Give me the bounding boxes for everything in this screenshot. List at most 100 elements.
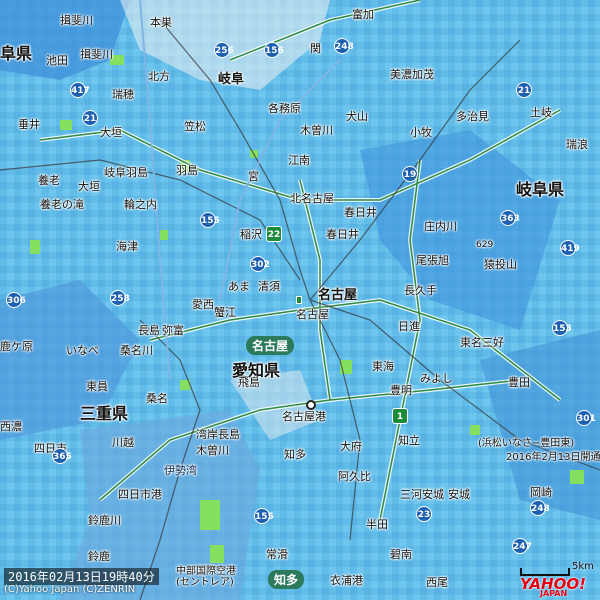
place-label: 大府 <box>340 440 362 453</box>
place-label: 蟹江 <box>214 306 236 319</box>
place-label: 鈴鹿川 <box>88 514 121 527</box>
place-label: 池田 <box>46 54 68 67</box>
place-label: 愛西 <box>192 298 214 311</box>
place-label: 富加 <box>352 8 374 21</box>
route-shield: 23 <box>416 506 432 522</box>
route-shield: 247 <box>512 538 532 554</box>
route-shield: 21 <box>516 82 532 98</box>
route-shield: 22 <box>266 226 282 242</box>
route-shield: 248 <box>334 38 354 54</box>
rain-radar-map[interactable]: 阜県 岐阜県 愛知県 三重県 名古屋 知多 岐阜 名古屋 揖斐川 本巣 関 富加… <box>0 0 600 600</box>
place-label: 瑞穂 <box>112 88 134 101</box>
place-label: 東員 <box>86 380 108 393</box>
route-shield: 156 <box>264 42 284 58</box>
place-label: 知多 <box>284 448 306 461</box>
route-shield: 302 <box>250 256 270 272</box>
place-label: 阿久比 <box>338 470 371 483</box>
port-marker <box>306 400 316 410</box>
place-label: 大垣 <box>78 180 100 193</box>
route-shield: 306 <box>6 292 26 308</box>
place-label: 三河安城 <box>400 488 444 501</box>
place-label: 清須 <box>258 280 280 293</box>
route-shield: 256 <box>214 42 234 58</box>
place-label: 東名三好 <box>460 336 504 349</box>
scale-label: 5km <box>572 561 594 572</box>
sea-label: 伊勢湾 <box>164 464 197 477</box>
route-shield: 21 <box>82 110 98 126</box>
place-label: 碧南 <box>390 548 412 561</box>
route-shield: 19 <box>402 166 418 182</box>
station-marker <box>296 296 302 304</box>
place-label: 知立 <box>398 434 420 447</box>
place-label: 常滑 <box>266 548 288 561</box>
place-label: 揖斐川 <box>60 14 93 27</box>
city-label-gifu: 岐阜 <box>218 72 245 87</box>
place-label: 北名古屋 <box>290 192 334 205</box>
place-label: 長久手 <box>404 284 437 297</box>
route-shield: 153 <box>552 320 572 336</box>
city-label-nagoya: 名古屋 <box>318 288 358 303</box>
route-shield: 301 <box>576 410 596 426</box>
prefecture-label-mie: 三重県 <box>80 404 129 423</box>
airport-label: 中部国際空港 (セントレア) <box>176 566 236 588</box>
place-label: 岐阜羽島 <box>104 166 148 179</box>
place-label: 半田 <box>366 518 388 531</box>
city-badge-nagoya: 名古屋 <box>246 336 295 355</box>
route-shield: 1 <box>392 408 408 424</box>
place-label: 土岐 <box>530 106 552 119</box>
place-label: 庄内川 <box>424 220 457 233</box>
place-label: 尾張旭 <box>416 254 449 267</box>
place-label: 輪之内 <box>124 198 157 211</box>
place-label: 豊明 <box>390 384 412 397</box>
route-shield: 155 <box>254 508 274 524</box>
mountain-height: 629 <box>476 240 494 250</box>
place-label: 江南 <box>288 154 310 167</box>
place-label: 豊田 <box>508 376 530 389</box>
place-label: 東海 <box>372 360 394 373</box>
place-label: 猿投山 <box>484 258 517 271</box>
place-label: 揖斐川 <box>80 48 113 61</box>
place-label: 大垣 <box>100 126 122 139</box>
place-label: 桑名川 <box>120 344 153 357</box>
road-opening-note: 2016年2月13日開通 <box>506 452 600 463</box>
city-badge-chita: 知多 <box>268 570 305 589</box>
place-label: 桑名 <box>146 392 168 405</box>
route-shield: 365 <box>52 448 72 464</box>
place-label: 名古屋港 <box>282 410 326 423</box>
copyright-notice: (C)Yahoo Japan (C)ZENRIN <box>4 584 136 595</box>
place-label: 美濃加茂 <box>390 68 434 81</box>
yahoo-logo-sub: JAPAN <box>540 589 568 598</box>
place-label: 西尾 <box>426 576 448 589</box>
place-label: 日進 <box>398 320 420 333</box>
road-note: (浜松いなさ−豊田東) <box>478 438 575 449</box>
place-label: 春日井 <box>344 206 377 219</box>
place-label: 名古屋 <box>296 308 329 321</box>
place-label: 四日市港 <box>118 488 162 501</box>
place-label: 笠松 <box>184 120 206 133</box>
place-label: 羽島 <box>176 164 198 177</box>
prefecture-label-gifu-east: 岐阜県 <box>516 180 565 199</box>
place-label: 鈴鹿 <box>88 550 110 563</box>
place-label: 小牧 <box>410 126 432 139</box>
place-label: 長島 <box>138 324 160 337</box>
route-shield: 155 <box>200 212 220 228</box>
place-label: 関 <box>310 42 321 55</box>
place-label: 犬山 <box>346 110 368 123</box>
place-label: 瑞浪 <box>566 138 588 151</box>
route-shield: 417 <box>70 82 90 98</box>
place-label: 養老の滝 <box>40 198 84 211</box>
place-label: 木曽川 <box>196 444 229 457</box>
place-label: あま <box>228 280 250 293</box>
place-label: 宮 <box>248 170 259 183</box>
place-label: 垂井 <box>18 118 40 131</box>
radar-timestamp: 2016年02月13日19時40分 <box>4 568 159 585</box>
place-label: 北方 <box>148 70 170 83</box>
prefecture-label-gifu: 阜県 <box>0 44 33 63</box>
place-label: いなべ <box>66 344 99 357</box>
place-label: 各務原 <box>268 102 301 115</box>
place-label: 鹿ケ原 <box>0 340 33 353</box>
place-label: 湾岸長島 <box>196 428 240 441</box>
place-label: 稲沢 <box>240 228 262 241</box>
place-label: 木曽川 <box>300 124 333 137</box>
place-label: 春日井 <box>326 228 359 241</box>
